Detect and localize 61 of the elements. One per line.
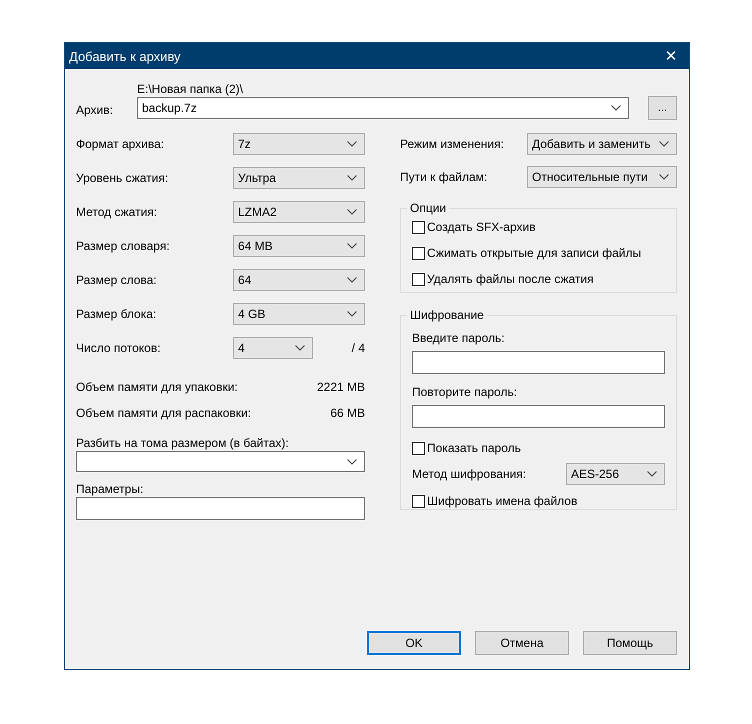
chevron-icon: [347, 311, 357, 317]
encryption-method-label: Метод шифрования:: [412, 467, 526, 481]
dialog-button[interactable]: Помощь: [583, 631, 677, 655]
close-button[interactable]: ✕: [653, 43, 689, 69]
threads-max: / 4: [352, 341, 365, 355]
option-checkbox[interactable]: Создать SFX-архив: [412, 219, 536, 235]
threads-label: Число потоков:: [76, 341, 162, 355]
setting-dropdown[interactable]: 64: [233, 269, 365, 291]
group-title: Шифрование: [409, 308, 485, 322]
parameters-field[interactable]: [76, 497, 365, 520]
archive-path: E:\Новая папка (2)\: [137, 82, 244, 97]
setting-dropdown[interactable]: 64 MB: [233, 235, 365, 257]
threads-dropdown[interactable]: 4: [233, 337, 313, 359]
password-label: Введите пароль:: [412, 331, 506, 346]
dialog-button[interactable]: Отмена: [475, 631, 569, 655]
parameters-label: Параметры:: [76, 482, 144, 497]
chevron-icon: [659, 141, 669, 147]
show-password-checkbox[interactable]: Показать пароль: [412, 440, 521, 456]
group-title: Опции: [409, 201, 448, 215]
chevron-icon: [347, 175, 357, 181]
memory-value: 66 MB: [330, 406, 365, 420]
setting-dropdown[interactable]: 7z: [233, 133, 365, 155]
repeat-password-label: Повторите пароль:: [412, 385, 518, 400]
chevron-icon: [347, 458, 357, 464]
split-label: Разбить на тома размером (в байтах):: [76, 436, 290, 451]
password-field[interactable]: [412, 351, 665, 374]
chevron-icon: [347, 141, 357, 147]
archive-label: Архив:: [76, 103, 114, 117]
chevron-icon: [347, 277, 357, 283]
option-checkbox[interactable]: Удалять файлы после сжатия: [412, 271, 594, 287]
dialog-button[interactable]: OK: [367, 631, 461, 655]
mode-label: Режим изменения:: [400, 137, 504, 151]
encryption-method-dropdown[interactable]: AES-256: [566, 463, 665, 485]
chevron-icon: [659, 174, 669, 180]
setting-label: Формат архива:: [76, 137, 166, 151]
chevron-icon: [611, 105, 621, 111]
setting-label: Размер словаря:: [76, 239, 171, 253]
chevron-icon: [647, 471, 657, 477]
repeat-password-field[interactable]: [412, 405, 665, 428]
setting-dropdown[interactable]: Ультра: [233, 167, 365, 189]
mode-dropdown[interactable]: Добавить и заменить: [527, 133, 677, 155]
window-title: Добавить к архиву: [68, 48, 181, 64]
memory-value: 2221 MB: [316, 380, 365, 394]
setting-label: Уровень сжатия:: [76, 171, 170, 185]
setting-dropdown[interactable]: LZMA2: [233, 201, 365, 223]
memory-label: Объем памяти для распаковки:: [76, 406, 252, 420]
browse-button[interactable]: ...: [648, 96, 677, 120]
encrypt-names-checkbox[interactable]: Шифровать имена файлов: [412, 493, 578, 509]
mode-dropdown[interactable]: Относительные пути: [527, 166, 677, 188]
chevron-icon: [347, 243, 357, 249]
split-combo[interactable]: [76, 451, 365, 472]
setting-dropdown[interactable]: 4 GB: [233, 303, 365, 325]
chevron-icon: [295, 345, 305, 351]
chevron-icon: [347, 209, 357, 215]
memory-label: Объем памяти для упаковки:: [76, 380, 238, 394]
archive-name-combo[interactable]: backup.7z: [137, 97, 629, 119]
option-checkbox[interactable]: Сжимать открытые для записи файлы: [412, 245, 642, 261]
mode-label: Пути к файлам:: [400, 170, 488, 184]
setting-label: Размер блока:: [76, 307, 158, 321]
setting-label: Размер слова:: [76, 273, 158, 287]
setting-label: Метод сжатия:: [76, 205, 158, 219]
